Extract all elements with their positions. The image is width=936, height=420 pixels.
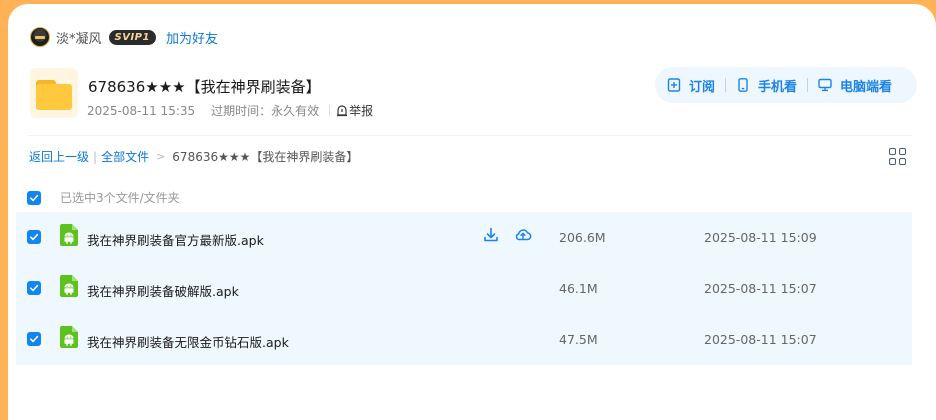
share-expire: 过期时间：永久有效 — [211, 104, 320, 118]
download-icon[interactable] — [482, 226, 500, 244]
file-name[interactable]: 我在神界刷装备破解版.apk — [87, 281, 239, 300]
add-friend-link[interactable]: 加为好友 — [166, 28, 218, 47]
report-label: 举报 — [349, 104, 374, 118]
view-actions: 订阅 手机看 电脑端看 — [655, 67, 917, 103]
header-divider — [28, 135, 912, 136]
pc-view-button[interactable]: 电脑端看 — [818, 76, 892, 95]
file-name[interactable]: 我在神界刷装备官方最新版.apk — [87, 230, 264, 249]
android-apk-icon — [60, 275, 78, 297]
report-button[interactable]: 举报 — [336, 102, 373, 119]
check-icon — [30, 233, 39, 241]
file-row[interactable]: 我在神界刷装备破解版.apk 46.1M 2025-08-11 15:07 — [16, 263, 912, 314]
folder-icon — [30, 68, 78, 118]
avatar[interactable] — [30, 27, 50, 47]
file-date: 2025-08-11 15:07 — [704, 281, 817, 296]
chevron-right-icon: > — [156, 150, 166, 163]
file-checkbox[interactable] — [27, 230, 41, 244]
breadcrumb-separator: | — [93, 149, 98, 164]
mobile-icon — [738, 78, 748, 92]
file-date: 2025-08-11 15:07 — [704, 332, 817, 347]
file-name[interactable]: 我在神界刷装备无限金币钻石版.apk — [87, 332, 289, 351]
breadcrumb: 返回上一级 | 全部文件 > 678636★★★【我在神界刷装备】 — [29, 148, 358, 165]
share-page-card: 淡*凝风 SVIP1 加为好友 678636★★★【我在神界刷装备】 2025-… — [8, 4, 936, 420]
file-date: 2025-08-11 15:09 — [704, 230, 817, 245]
file-size: 206.6M — [559, 230, 606, 245]
file-row[interactable]: 我在神界刷装备无限金币钻石版.apk 47.5M 2025-08-11 15:0… — [16, 314, 912, 365]
file-size: 47.5M — [559, 332, 598, 347]
mobile-view-button[interactable]: 手机看 — [736, 76, 797, 95]
monitor-icon — [818, 78, 832, 92]
select-all-checkbox[interactable] — [27, 190, 41, 205]
action-divider — [725, 78, 727, 92]
action-divider — [807, 78, 809, 92]
share-created-time: 2025-08-11 15:35 — [87, 103, 196, 118]
breadcrumb-current: 678636★★★【我在神界刷装备】 — [172, 150, 359, 164]
subscribe-button[interactable]: 订阅 — [667, 76, 715, 95]
check-icon — [30, 335, 39, 343]
pc-view-label: 电脑端看 — [840, 79, 893, 95]
android-apk-icon — [60, 326, 78, 348]
subscribe-label: 订阅 — [689, 79, 716, 95]
sharer-name[interactable]: 淡*凝风 — [56, 28, 102, 47]
select-all-row: 已选中3个文件/文件夹 — [27, 189, 180, 206]
file-row[interactable]: 我在神界刷装备官方最新版.apk 206.6M 2025-08-11 15:09 — [16, 212, 912, 263]
share-meta: 2025-08-11 15:35 过期时间：永久有效 举报 — [87, 102, 373, 119]
all-files-link[interactable]: 全部文件 — [101, 148, 149, 165]
meta-divider — [329, 105, 331, 116]
android-apk-icon — [60, 224, 78, 246]
share-title: 678636★★★【我在神界刷装备】 — [88, 78, 321, 96]
file-checkbox[interactable] — [27, 281, 41, 295]
check-icon — [30, 194, 39, 201]
selection-summary: 已选中3个文件/文件夹 — [60, 191, 180, 205]
check-icon — [30, 284, 39, 292]
back-link[interactable]: 返回上一级 — [29, 148, 89, 165]
file-list: 我在神界刷装备官方最新版.apk 206.6M 2025-08-11 15:09 — [16, 212, 912, 365]
svip-badge: SVIP1 — [108, 29, 156, 45]
file-row-tools — [482, 226, 546, 244]
grid-view-icon[interactable] — [889, 148, 906, 165]
cloud-upload-icon[interactable] — [514, 226, 532, 244]
file-size: 46.1M — [559, 281, 598, 296]
mobile-view-label: 手机看 — [758, 79, 798, 95]
subscribe-icon — [667, 78, 681, 92]
sharer-info: 淡*凝风 SVIP1 加为好友 — [30, 26, 218, 48]
report-icon — [337, 104, 348, 116]
file-checkbox[interactable] — [27, 332, 41, 346]
